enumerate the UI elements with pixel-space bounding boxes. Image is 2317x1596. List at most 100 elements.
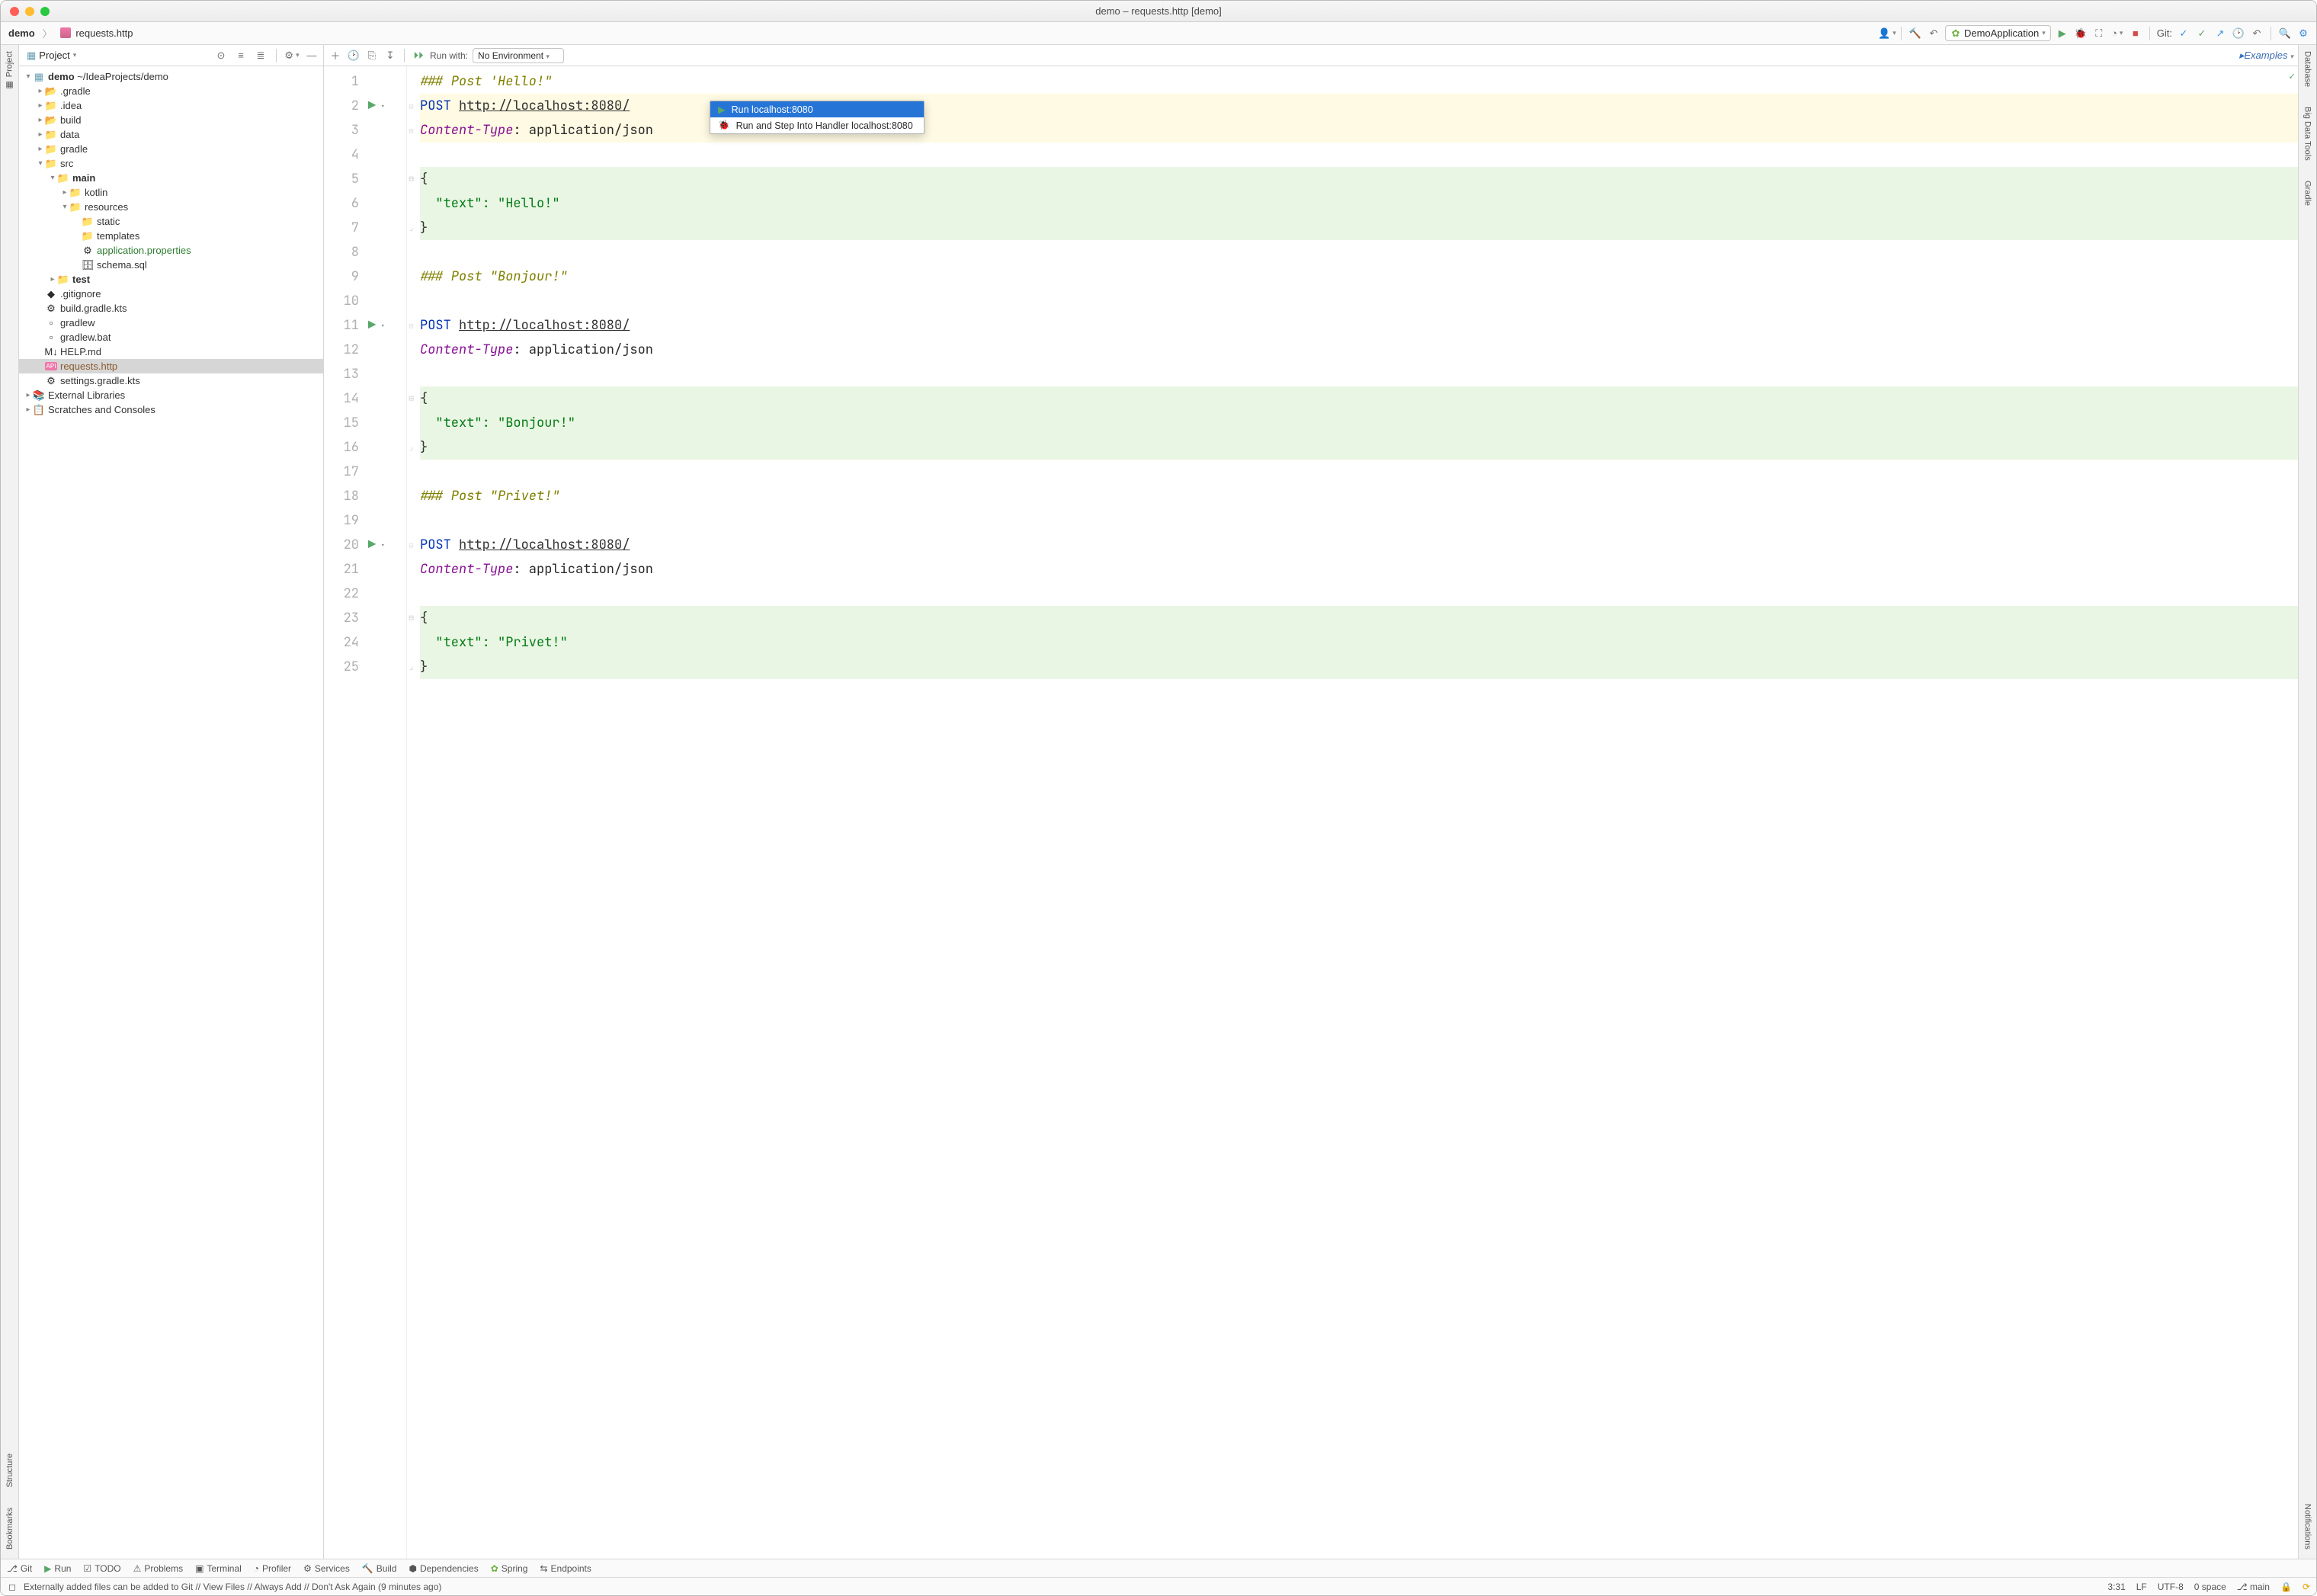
code-line[interactable]: Content-Type: application/json [420, 557, 2298, 582]
toolwindow-build[interactable]: 🔨Build [362, 1563, 397, 1574]
toolwindow-deps[interactable]: ⬢Dependencies [409, 1563, 478, 1574]
code-line[interactable]: } [420, 435, 2298, 460]
hide-icon[interactable]: — [305, 49, 319, 62]
code-line[interactable]: Content-Type: application/json [420, 118, 2298, 143]
code-line[interactable]: POST http://localhost:8080/ [420, 94, 2298, 118]
code-line[interactable] [420, 143, 2298, 167]
code-line[interactable]: "text": "Privet!" [420, 630, 2298, 655]
convert-icon[interactable]: ⎘ [365, 49, 379, 62]
code-line[interactable] [420, 289, 2298, 313]
user-icon[interactable]: 👤 [1880, 27, 1894, 40]
rail-gradle[interactable]: Gradle [2303, 178, 2312, 209]
update-icon[interactable]: ✓ [2177, 27, 2190, 40]
debug-icon[interactable]: 🐞 [2074, 27, 2088, 40]
tree-twisty[interactable]: ▸ [24, 391, 33, 399]
code-line[interactable]: } [420, 216, 2298, 240]
tree-item[interactable]: ▸📁data [19, 127, 323, 142]
tree-item[interactable]: ▫gradlew [19, 316, 323, 330]
minimize-icon[interactable] [25, 7, 34, 16]
fold-icon[interactable]: ⊟ [409, 393, 414, 404]
tree-item[interactable]: ▾▦demo ~/IdeaProjects/demo [19, 69, 323, 84]
tree-twisty[interactable]: ▾ [48, 174, 57, 182]
tree-item[interactable]: ▸📁gradle [19, 142, 323, 156]
code-line[interactable] [420, 362, 2298, 386]
rail-database[interactable]: Database [2303, 48, 2312, 90]
toolwindow-terminal[interactable]: ▣Terminal [195, 1563, 242, 1574]
history-icon[interactable]: 🕑 [347, 49, 361, 62]
rail-bookmarks[interactable]: Bookmarks [5, 1505, 14, 1553]
code-line[interactable]: "text": "Hello!" [420, 191, 2298, 216]
code-line[interactable]: "text": "Bonjour!" [420, 411, 2298, 435]
tree-twisty[interactable]: ▸ [60, 188, 69, 197]
tree-item[interactable]: ⚙application.properties [19, 243, 323, 258]
tree-item[interactable]: 📁templates [19, 229, 323, 243]
toolwindow-services[interactable]: ⚙Services [303, 1563, 350, 1574]
tree-item[interactable]: ▾📁resources [19, 200, 323, 214]
project-tree[interactable]: ▾▦demo ~/IdeaProjects/demo▸📂.gradle▸📁.id… [19, 66, 323, 1559]
run-all-icon[interactable]: ⏵⏵ [412, 49, 425, 62]
code-line[interactable]: { [420, 606, 2298, 630]
back-icon[interactable]: ↶ [1927, 27, 1940, 40]
code-line[interactable]: POST http://localhost:8080/ [420, 533, 2298, 557]
chevron-down-icon[interactable]: ▾ [380, 540, 385, 550]
code-line[interactable]: POST http://localhost:8080/ [420, 313, 2298, 338]
popup-debug-request[interactable]: 🐞 Run and Step Into Handler localhost:80… [710, 117, 924, 133]
caret-position[interactable]: 3:31 [2107, 1582, 2125, 1592]
breadcrumb-project[interactable]: demo [7, 26, 37, 40]
run-configuration-selector[interactable]: ✿ DemoApplication ▾ [1945, 25, 2051, 41]
toolwindow-problems[interactable]: ⚠Problems [133, 1563, 183, 1574]
indent[interactable]: 0 space [2194, 1582, 2226, 1592]
settings-icon[interactable]: ⚙ [2296, 27, 2310, 40]
toolwindow-run[interactable]: ▶Run [44, 1563, 71, 1574]
profile-icon[interactable]: ◔ [2110, 27, 2124, 40]
fold-icon[interactable]: ⊟ [409, 174, 414, 184]
rail-bigdata[interactable]: Big Data Tools [2303, 104, 2312, 164]
commit-icon[interactable]: ✓ [2195, 27, 2209, 40]
environment-selector[interactable]: No Environment ▾ [473, 48, 564, 63]
popup-run-request[interactable]: ▶ Run localhost:8080 [710, 101, 924, 117]
settings-icon[interactable]: ⚙ [285, 49, 299, 62]
git-branch[interactable]: ⎇ main [2237, 1582, 2270, 1592]
code-line[interactable]: { [420, 167, 2298, 191]
encoding[interactable]: UTF-8 [2158, 1582, 2184, 1592]
collapse-all-icon[interactable]: ≣ [254, 49, 268, 62]
tree-item[interactable]: ▸📂build [19, 113, 323, 127]
rollback-icon[interactable]: ↶ [2250, 27, 2264, 40]
sync-icon[interactable]: ⟳ [2303, 1582, 2310, 1592]
tree-twisty[interactable]: ▸ [24, 405, 33, 414]
code-line[interactable] [420, 460, 2298, 484]
stop-icon[interactable]: ■ [2129, 27, 2142, 40]
rail-project[interactable]: ▦Project [5, 48, 14, 93]
breadcrumb-file[interactable]: requests.http [59, 26, 135, 40]
run-gutter-icon[interactable]: ▶ [368, 537, 376, 553]
tree-item[interactable]: ▫gradlew.bat [19, 330, 323, 345]
line-ending[interactable]: LF [2136, 1582, 2147, 1592]
history-icon[interactable]: 🕑 [2232, 27, 2245, 40]
tree-item[interactable]: 🗄schema.sql [19, 258, 323, 272]
chevron-down-icon[interactable]: ▾ [380, 101, 385, 111]
tree-item[interactable]: ▸📚External Libraries [19, 388, 323, 402]
toolwindow-git[interactable]: ⎇Git [7, 1563, 32, 1574]
coverage-icon[interactable]: ⛶ [2092, 27, 2106, 40]
tree-item[interactable]: ▸📋Scratches and Consoles [19, 402, 323, 417]
tree-item[interactable]: ▸📂.gradle [19, 84, 323, 98]
editor[interactable]: ✓ 12345678910111213141516171819202122232… [324, 66, 2298, 1559]
tree-twisty[interactable]: ▾ [60, 203, 69, 211]
push-icon[interactable]: ↗ [2213, 27, 2227, 40]
run-icon[interactable]: ▶ [2056, 27, 2069, 40]
tree-twisty[interactable]: ▸ [36, 87, 45, 95]
add-request-icon[interactable]: ＋ [328, 49, 342, 62]
tree-twisty[interactable]: ▸ [36, 145, 45, 153]
code-line[interactable]: { [420, 386, 2298, 411]
code-line[interactable]: ### Post "Bonjour!" [420, 264, 2298, 289]
code-line[interactable]: } [420, 655, 2298, 679]
close-icon[interactable] [10, 7, 19, 16]
lock-icon[interactable]: 🔒 [2280, 1582, 2292, 1592]
tree-twisty[interactable]: ▸ [36, 130, 45, 139]
tree-item[interactable]: ▾📁src [19, 156, 323, 171]
tree-twisty[interactable]: ▸ [36, 101, 45, 110]
search-icon[interactable]: 🔍 [2278, 27, 2292, 40]
sidebar-title[interactable]: ▦ Project ▾ [24, 48, 79, 63]
tree-item[interactable]: ▸📁.idea [19, 98, 323, 113]
tree-item[interactable]: ▸📁kotlin [19, 185, 323, 200]
